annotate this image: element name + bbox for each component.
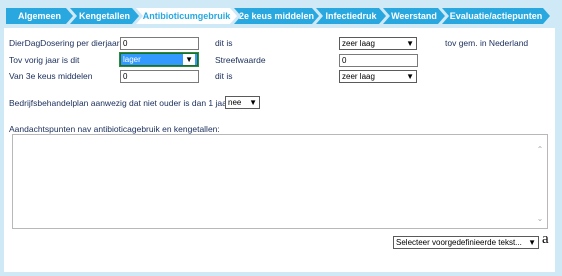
- ddd-rating-value: zeer laag: [342, 39, 375, 48]
- chevron-down-icon: ▼: [183, 54, 195, 65]
- ddd-rating-select[interactable]: zeer laag ▼: [339, 37, 417, 50]
- ddd-label: DierDagDosering per dierjaar: [9, 38, 120, 48]
- tab-bar: Algemeen Kengetallen Antibioticumgebruik…: [6, 5, 556, 27]
- tab-antibioticumgebruik[interactable]: Antibioticumgebruik: [136, 8, 237, 24]
- behandelplan-select[interactable]: nee ▼: [225, 96, 260, 109]
- aandachtspunten-label: Aandachtspunten nav antibioticagebruik e…: [9, 124, 220, 134]
- textarea-scrollbar[interactable]: ⌃ ⌄: [533, 135, 547, 228]
- streefwaarde-label: Streefwaarde: [215, 55, 266, 65]
- behandelplan-label: Bedrijfsbehandelplan aanwezig dat niet o…: [9, 98, 230, 108]
- 3e-keus-input[interactable]: 0: [120, 70, 199, 83]
- scroll-down-icon[interactable]: ⌄: [535, 214, 545, 224]
- tab-infectiedruk[interactable]: Infectiedruk: [316, 8, 386, 24]
- chevron-down-icon: ▼: [406, 72, 414, 81]
- tab-weerstand[interactable]: Weerstand: [383, 8, 445, 24]
- chevron-down-icon: ▼: [406, 39, 414, 48]
- tab-algemeen[interactable]: Algemeen: [6, 8, 73, 24]
- tab-2e-keus-middelen[interactable]: 2e keus middelen: [234, 8, 319, 24]
- 3e-keus-dit-is-label: dit is: [215, 71, 233, 81]
- tov-vorig-jaar-select[interactable]: lager ▼: [119, 52, 199, 67]
- streefwaarde-input[interactable]: 0: [339, 54, 418, 67]
- 3e-keus-rating-select[interactable]: zeer laag ▼: [339, 70, 417, 83]
- 3e-keus-label: Van 3e keus middelen: [9, 71, 93, 81]
- form-panel: DierDagDosering per dierjaar 0 dit is ze…: [4, 28, 555, 272]
- behandelplan-value: nee: [228, 98, 242, 107]
- chevron-down-icon: ▼: [249, 98, 257, 107]
- aandachtspunten-textarea[interactable]: ⌃ ⌄: [12, 134, 548, 229]
- tab-kengetallen[interactable]: Kengetallen: [70, 8, 139, 24]
- spellcheck-icon[interactable]: a: [542, 231, 549, 248]
- tab-evaluatie-actiepunten[interactable]: Evaluatie/actiepunten: [442, 8, 550, 24]
- 3e-keus-rating-value: zeer laag: [342, 72, 375, 81]
- voorgedefinieerde-tekst-select[interactable]: Selecteer voorgedefinieerde tekst... ▼: [393, 236, 539, 249]
- tov-vorig-jaar-value: lager: [123, 55, 141, 64]
- ddd-note: tov gem. in Nederland: [445, 38, 529, 48]
- voorgedefinieerde-tekst-value: Selecteer voorgedefinieerde tekst...: [396, 238, 522, 247]
- ddd-input[interactable]: 0: [120, 37, 199, 50]
- ddd-dit-is-label: dit is: [215, 38, 233, 48]
- scroll-up-icon[interactable]: ⌃: [535, 145, 545, 155]
- chevron-down-icon: ▼: [528, 238, 536, 247]
- tov-vorig-jaar-label: Tov vorig jaar is dit: [9, 55, 80, 65]
